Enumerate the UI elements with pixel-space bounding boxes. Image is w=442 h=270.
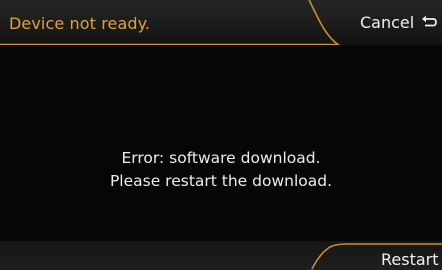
top-bar: Device not ready. Cancel [0,0,442,45]
error-message: Error: software download. Please restart… [0,147,442,193]
error-screen: Device not ready. Cancel Error: software… [0,0,442,270]
error-line-2: Please restart the download. [109,172,333,190]
error-line-1: Error: software download. [121,149,321,167]
restart-button[interactable]: Restart [322,241,442,270]
cancel-button[interactable]: Cancel [325,0,442,45]
cancel-label: Cancel [360,13,415,32]
return-arrow-icon [422,15,437,27]
restart-label: Restart [381,250,439,269]
